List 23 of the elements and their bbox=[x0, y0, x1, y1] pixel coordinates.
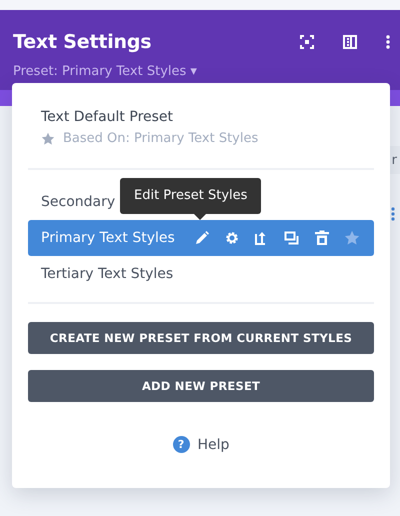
star-icon bbox=[41, 132, 55, 146]
preset-dropdown[interactable]: Preset: Primary Text Styles ▾ bbox=[13, 64, 197, 79]
preset-item[interactable]: Secondary bbox=[41, 194, 116, 210]
help-link[interactable]: Help bbox=[198, 436, 230, 452]
preset-name[interactable]: Text Default Preset bbox=[41, 109, 361, 125]
setting-label: r bbox=[392, 152, 398, 168]
trash-icon[interactable] bbox=[314, 230, 330, 246]
gear-icon[interactable] bbox=[224, 230, 240, 246]
based-on-text: Based On: Primary Text Styles bbox=[63, 131, 258, 146]
panel-title: Text Settings bbox=[13, 31, 152, 53]
preset-button[interactable]: ADD NEW PRESET bbox=[28, 370, 374, 402]
preset-button[interactable]: CREATE NEW PRESET FROM CURRENT STYLES bbox=[28, 322, 374, 354]
drag-handle-icon[interactable] bbox=[391, 207, 395, 221]
duplicate-icon[interactable] bbox=[284, 230, 300, 246]
sidebar-icon[interactable] bbox=[343, 35, 357, 49]
more-icon[interactable] bbox=[386, 35, 390, 49]
help-icon[interactable]: ? bbox=[172, 436, 190, 453]
preset-item[interactable]: Tertiary Text Styles bbox=[41, 266, 174, 282]
expand-icon[interactable] bbox=[300, 35, 314, 49]
edit-icon[interactable] bbox=[194, 230, 210, 246]
preset-item[interactable]: Primary Text Styles bbox=[28, 220, 374, 256]
tooltip: Edit Preset Styles bbox=[120, 178, 262, 214]
star-icon[interactable] bbox=[344, 230, 360, 246]
